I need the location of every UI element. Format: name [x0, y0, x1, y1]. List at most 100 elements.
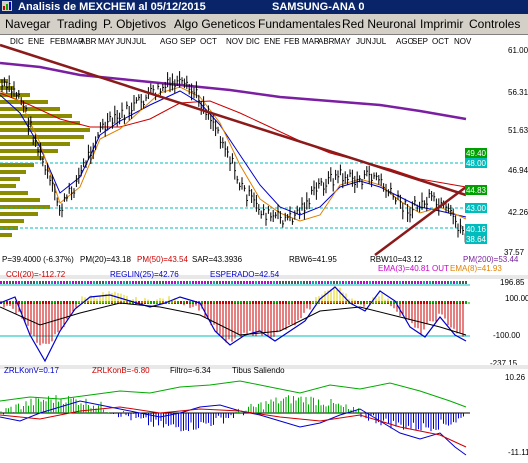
volume-profile-bar	[0, 233, 12, 237]
cci-signal-dot	[36, 281, 38, 284]
menu-trading[interactable]: Trading	[57, 17, 97, 31]
cci-signal-dot	[444, 281, 446, 284]
cci-signal-dot	[333, 281, 335, 284]
month-label: OCT	[432, 37, 449, 46]
menu-imprimir[interactable]: Imprimir	[420, 17, 463, 31]
cci-signal-dot	[315, 281, 317, 284]
cci-signal-dot	[48, 281, 50, 284]
cci-signal-dot	[321, 281, 323, 284]
menu-p-objetivos[interactable]: P. Objetivos	[103, 17, 166, 31]
cci-signal-dot	[456, 281, 458, 284]
cci-signal-dot	[387, 281, 389, 284]
month-label: ABR	[80, 37, 97, 46]
cci-signal-dot	[66, 281, 68, 284]
cci-signal-dot	[186, 281, 188, 284]
menu-navegar[interactable]: Navegar	[5, 17, 50, 31]
month-label: JUN	[116, 37, 132, 46]
cci-signal-dot	[111, 281, 113, 284]
cci-signal-dot	[24, 281, 26, 284]
cci-signal-dot	[210, 281, 212, 284]
cci-signal-dot	[360, 281, 362, 284]
month-label: ENE	[264, 37, 280, 46]
cci-y-tick: -100.00	[493, 331, 521, 340]
cci-signal-dot	[447, 281, 449, 284]
volume-profile-bar	[0, 219, 24, 223]
cci-signal-dot	[354, 281, 356, 284]
cci-signal-dot	[150, 281, 152, 284]
cci-signal-dot	[243, 281, 245, 284]
month-label: MAY	[98, 37, 115, 46]
cci-signal-dot	[270, 281, 272, 284]
cci-signal-dot	[267, 281, 269, 284]
cci-signal-dot	[141, 281, 143, 284]
menu-fundamentales[interactable]: Fundamentales	[258, 17, 341, 31]
month-label: FEB	[50, 37, 66, 46]
cci-signal-dot	[390, 281, 392, 284]
cci-signal-dot	[228, 281, 230, 284]
cci-signal-dot	[414, 281, 416, 284]
tibus-label: Tibus Saliendo	[232, 366, 285, 375]
zrl-blue-line	[0, 400, 467, 456]
stat-ema8: EMA(8)=41.93	[450, 264, 502, 273]
stat-price: P=39.4000 (-6.37%)	[2, 255, 74, 264]
volume-profile-bar	[0, 128, 90, 132]
cci-signal-dot	[114, 281, 116, 284]
chart-area: DIC ENE FEB MAR ABR MAY JUN JUL AGO SEP OCT NOV DIC E…	[0, 35, 528, 458]
cci-zero-dot	[150, 301, 152, 304]
cci-signal-dot	[0, 281, 2, 284]
cci-signal-dot	[294, 281, 296, 284]
cci-signal-dot	[27, 281, 29, 284]
cci-signal-dot	[78, 281, 80, 284]
cci-signal-dot	[240, 281, 242, 284]
level-label-49-40: 49.40	[466, 149, 487, 158]
chart-svg: DIC ENE FEB MARABR MAY JUN JUL AGO SEP OCT NOV DIC E…	[0, 35, 528, 457]
level-box-38-64: 38.64	[465, 234, 487, 244]
menu-controles[interactable]: Controles	[469, 17, 520, 31]
month-label: OCT	[200, 37, 217, 46]
cci-signal-dot	[159, 281, 161, 284]
zrl-green-line	[0, 380, 467, 408]
volume-profile-bar	[0, 114, 72, 118]
cci-signal-dot	[117, 281, 119, 284]
cci-signal-dot	[96, 281, 98, 284]
cci-signal-dot	[255, 281, 257, 284]
cci-signal-dot	[411, 281, 413, 284]
cci-signal-dot	[3, 281, 5, 284]
cci-signal-dot	[429, 281, 431, 284]
cci-signal-dot	[402, 281, 404, 284]
cci-signal-dot	[60, 281, 62, 284]
cci-signal-dot	[300, 281, 302, 284]
menu-red-neuronal[interactable]: Red Neuronal	[342, 17, 416, 31]
cci-signal-dot	[330, 281, 332, 284]
cci-signal-dot	[246, 281, 248, 284]
month-label: DIC	[246, 37, 260, 46]
cci-signal-dot	[291, 281, 293, 284]
month-label: JUL	[132, 37, 147, 46]
cci-signal-dot	[132, 281, 134, 284]
cci-signal-dot	[279, 281, 281, 284]
menu-algo-geneticos[interactable]: Algo Geneticos	[174, 17, 255, 31]
cci-signal-dot	[375, 281, 377, 284]
month-label: SEP	[180, 37, 196, 46]
cci-signal-dot	[129, 281, 131, 284]
month-label: FEB	[284, 37, 300, 46]
cci-panel: CCI(20)=-112.72 REGLIN(25)=42.76 ESPERAD…	[0, 270, 528, 368]
cci-signal-dot	[81, 281, 83, 284]
zrl-panel: ZRLKonV=0.17 ZRLKonB=-6.80 Filtro=-6.34 …	[0, 365, 528, 457]
level-box-49-40: 49.40	[465, 148, 487, 158]
cci-signal-dot	[288, 281, 290, 284]
cci-signal-dot	[108, 281, 110, 284]
level-label-38-64: 38.64	[466, 235, 487, 244]
cci-signal-dot	[12, 281, 14, 284]
cci-signal-dot	[219, 281, 221, 284]
cci-signal-dot	[459, 281, 461, 284]
cci-signal-dot	[351, 281, 353, 284]
cci-signal-dot	[399, 281, 401, 284]
cci-signal-dot	[216, 281, 218, 284]
cci-signal-dot	[423, 281, 425, 284]
cci-signal-dot	[450, 281, 452, 284]
stat-rbw10: RBW10=43.12	[370, 255, 423, 264]
month-label: DIC	[10, 37, 24, 46]
month-label: ENE	[28, 37, 44, 46]
cci-signal-dot	[72, 281, 74, 284]
